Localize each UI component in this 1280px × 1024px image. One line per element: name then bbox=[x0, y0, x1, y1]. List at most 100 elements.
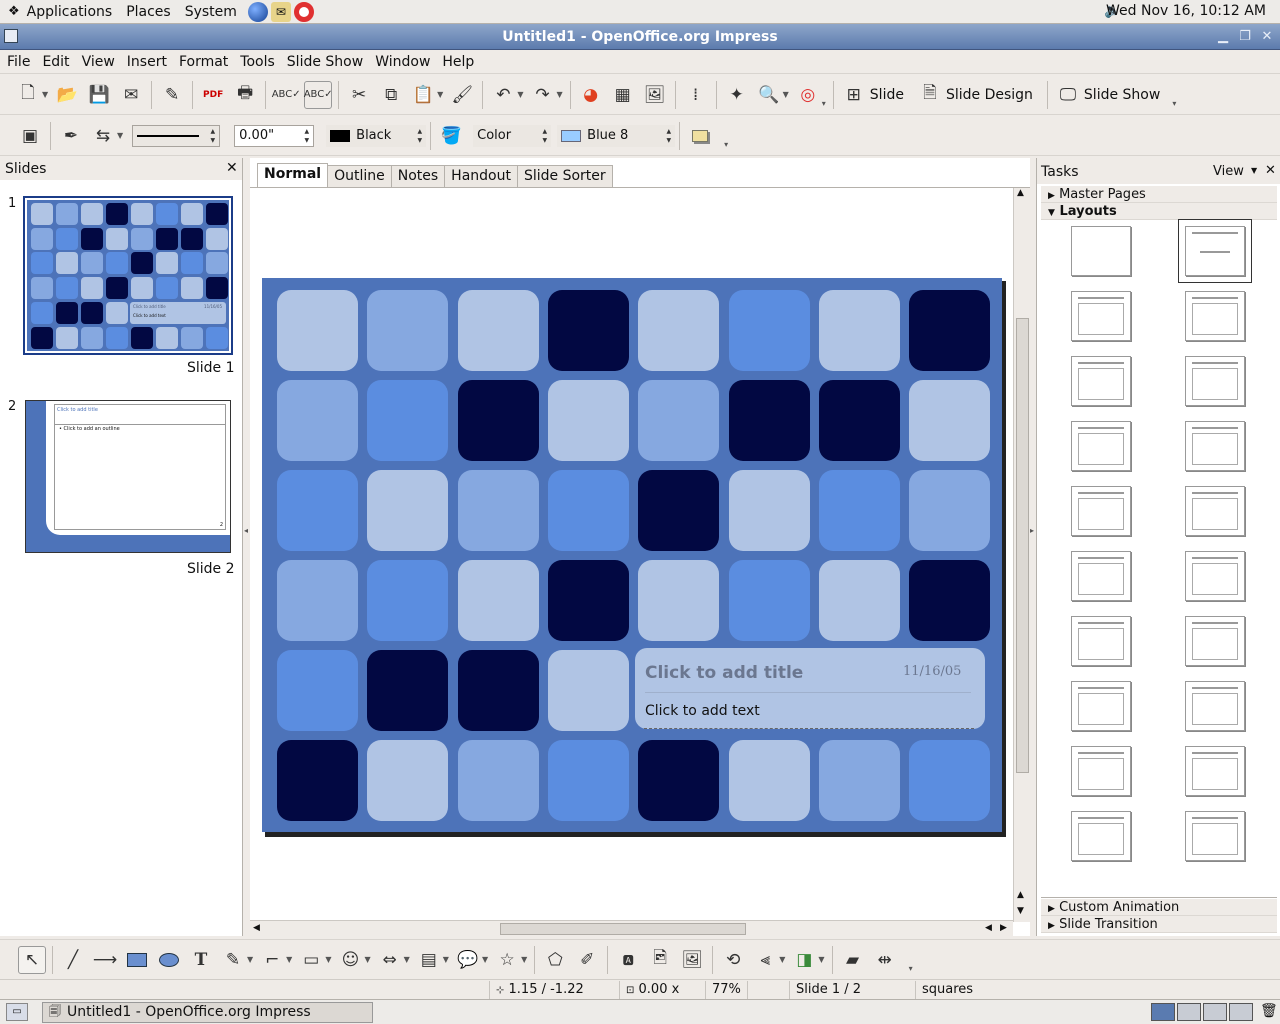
tab-outline[interactable]: Outline bbox=[327, 165, 392, 187]
splitter-left[interactable]: ◂ bbox=[243, 158, 250, 936]
zoom-dropdown-icon[interactable]: ▼ bbox=[783, 90, 789, 99]
email-icon[interactable]: ✉ bbox=[117, 81, 145, 109]
line-arrow-icon[interactable]: ⟶ bbox=[91, 946, 119, 974]
line-width-value[interactable]: 0.00" bbox=[239, 128, 274, 143]
slide-button[interactable]: Slide bbox=[870, 87, 904, 103]
status-zoom[interactable]: 77% bbox=[706, 980, 748, 999]
scroll-right-icon[interactable]: ◀ bbox=[985, 923, 992, 933]
show-desktop-icon[interactable]: ▭ bbox=[6, 1003, 28, 1021]
callouts-icon[interactable]: 💬 bbox=[454, 946, 482, 974]
line-width-spin[interactable]: ▲ ▼ bbox=[305, 127, 310, 145]
basic-shapes-icon[interactable]: ▭ bbox=[297, 946, 325, 974]
menu-help[interactable]: Help bbox=[436, 51, 480, 74]
menu-format[interactable]: Format bbox=[173, 51, 234, 74]
connector-dropdown-icon[interactable]: ▼ bbox=[286, 955, 292, 964]
section-master-pages[interactable]: ▶ Master Pages bbox=[1041, 186, 1277, 203]
area-fill-combo[interactable]: Blue 8 ▲ ▼ bbox=[557, 124, 676, 147]
layout-title-2-objects-text[interactable] bbox=[1071, 746, 1131, 796]
table-icon[interactable]: ▦ bbox=[609, 81, 637, 109]
tab-handout[interactable]: Handout bbox=[444, 165, 518, 187]
line-color-spin[interactable]: ▲ ▼ bbox=[418, 127, 423, 145]
web-browser-icon[interactable] bbox=[247, 1, 268, 22]
points-icon[interactable]: ⬠ bbox=[541, 946, 569, 974]
menu-insert[interactable]: Insert bbox=[121, 51, 173, 74]
line-color-combo[interactable]: Black ▲ ▼ bbox=[326, 124, 427, 147]
extrusion-icon[interactable]: ⇹ bbox=[871, 946, 899, 974]
layout-blank[interactable] bbox=[1071, 226, 1131, 276]
alignment-icon[interactable]: ⫷ bbox=[751, 946, 779, 974]
rectangle-icon[interactable] bbox=[123, 946, 151, 974]
styles-formatting-icon[interactable]: ▣ bbox=[16, 122, 44, 150]
chart-icon[interactable]: ◕ bbox=[577, 81, 605, 109]
minimize-icon[interactable]: ▁ bbox=[1214, 28, 1232, 46]
help-lifebuoy-icon[interactable]: ◎ bbox=[794, 81, 822, 109]
layout-title-clipart-text[interactable] bbox=[1071, 486, 1131, 536]
layout-title-table[interactable] bbox=[1185, 421, 1245, 471]
arrow-style-icon[interactable]: ⇆ bbox=[89, 122, 117, 150]
help-lifebuoy-icon[interactable] bbox=[293, 1, 314, 22]
navigator-icon[interactable]: ✦ bbox=[723, 81, 751, 109]
alignment-dropdown-icon[interactable]: ▼ bbox=[779, 955, 785, 964]
section-layouts[interactable]: ▼ Layouts bbox=[1041, 203, 1277, 220]
workspace-1[interactable] bbox=[1151, 1003, 1175, 1021]
trash-icon[interactable]: 🗑 bbox=[1260, 1003, 1278, 1019]
line-icon[interactable]: ╱ bbox=[59, 946, 87, 974]
layout-title-object-over-text[interactable] bbox=[1185, 681, 1245, 731]
stars-icon[interactable]: ☆ bbox=[493, 946, 521, 974]
taskbar-task-impress[interactable]: 🗐 Untitled1 - OpenOffice.org Impress bbox=[42, 1001, 373, 1023]
section-custom-animation[interactable]: ▶ Custom Animation bbox=[1041, 899, 1277, 916]
paste-icon[interactable]: 📋 bbox=[409, 81, 437, 109]
line-style-spin[interactable]: ▲ ▼ bbox=[211, 127, 216, 145]
flowchart-dropdown-icon[interactable]: ▼ bbox=[443, 955, 449, 964]
format-paintbrush-icon[interactable]: 🖌 bbox=[448, 81, 476, 109]
block-arrows-dropdown-icon[interactable]: ▼ bbox=[404, 955, 410, 964]
layout-title-text-over-object[interactable] bbox=[1071, 811, 1131, 861]
horizontal-scrollbar[interactable]: ◀ ◀ ▶ bbox=[250, 920, 1013, 936]
export-pdf-icon[interactable]: PDF bbox=[199, 81, 227, 109]
slide-show-icon[interactable]: 🖵 bbox=[1054, 81, 1082, 109]
layout-title-chart[interactable] bbox=[1071, 421, 1131, 471]
tab-normal[interactable]: Normal bbox=[257, 163, 329, 187]
tab-notes[interactable]: Notes bbox=[390, 165, 446, 187]
mail-icon[interactable]: ✉ bbox=[270, 1, 291, 22]
clock[interactable]: Wed Nov 16, 10:12 AM bbox=[1106, 3, 1266, 19]
grid-icon[interactable]: ⁞ bbox=[682, 81, 710, 109]
close-slides-pane-icon[interactable]: ✕ bbox=[226, 160, 238, 176]
layout-title-2-content[interactable] bbox=[1185, 291, 1245, 341]
menu-view[interactable]: View bbox=[76, 51, 121, 74]
flowchart-icon[interactable]: ▤ bbox=[415, 946, 443, 974]
cut-icon[interactable]: ✂ bbox=[345, 81, 373, 109]
slide-thumbnail-1[interactable]: Click to add title 11/16/05 Click to add t… bbox=[23, 196, 233, 355]
scroll-up-icon[interactable]: ▲ bbox=[1017, 188, 1024, 198]
layout-title-only[interactable] bbox=[1071, 356, 1131, 406]
new-slide-icon[interactable]: ⊞ bbox=[840, 81, 868, 109]
basic-shapes-dropdown-icon[interactable]: ▼ bbox=[325, 955, 331, 964]
horizontal-scroll-thumb[interactable] bbox=[500, 923, 746, 935]
system-menu[interactable]: System bbox=[178, 0, 244, 24]
layout-title-2-objects-over-text[interactable] bbox=[1185, 746, 1245, 796]
new-document-icon[interactable]: 🗋 bbox=[14, 81, 42, 109]
from-file-icon[interactable]: 🖻 bbox=[646, 946, 674, 974]
paste-dropdown-icon[interactable]: ▼ bbox=[437, 90, 443, 99]
menu-window[interactable]: Window bbox=[369, 51, 436, 74]
toolbar-overflow-icon[interactable]: ▾ bbox=[724, 140, 728, 149]
menu-tools[interactable]: Tools bbox=[234, 51, 281, 74]
line-pen-icon[interactable]: ✒ bbox=[57, 122, 85, 150]
tab-slide-sorter[interactable]: Slide Sorter bbox=[516, 165, 613, 187]
new-dropdown-icon[interactable]: ▼ bbox=[42, 90, 48, 99]
slide-design-button[interactable]: Slide Design bbox=[946, 87, 1033, 103]
copy-icon[interactable]: ⧉ bbox=[377, 81, 405, 109]
stars-dropdown-icon[interactable]: ▼ bbox=[521, 955, 527, 964]
menu-slide-show[interactable]: Slide Show bbox=[281, 51, 369, 74]
undo-dropdown-icon[interactable]: ▼ bbox=[517, 90, 523, 99]
shadow-icon[interactable] bbox=[686, 122, 714, 150]
slide-canvas[interactable]: Click to add title 11/16/05 Click to add… bbox=[262, 278, 1002, 832]
area-style-combo[interactable]: Color ▲ ▼ bbox=[473, 124, 552, 147]
layout-centered-text[interactable] bbox=[1185, 356, 1245, 406]
workspace-2[interactable] bbox=[1177, 1003, 1201, 1021]
redo-icon[interactable]: ↷ bbox=[528, 81, 556, 109]
text-placeholder[interactable]: Click to add text bbox=[645, 703, 760, 719]
spellcheck-icon[interactable]: ABC✓ bbox=[272, 81, 301, 109]
arrange-dropdown-icon[interactable]: ▼ bbox=[818, 955, 824, 964]
toolbar-overflow-icon[interactable]: ▾ bbox=[1172, 99, 1176, 108]
